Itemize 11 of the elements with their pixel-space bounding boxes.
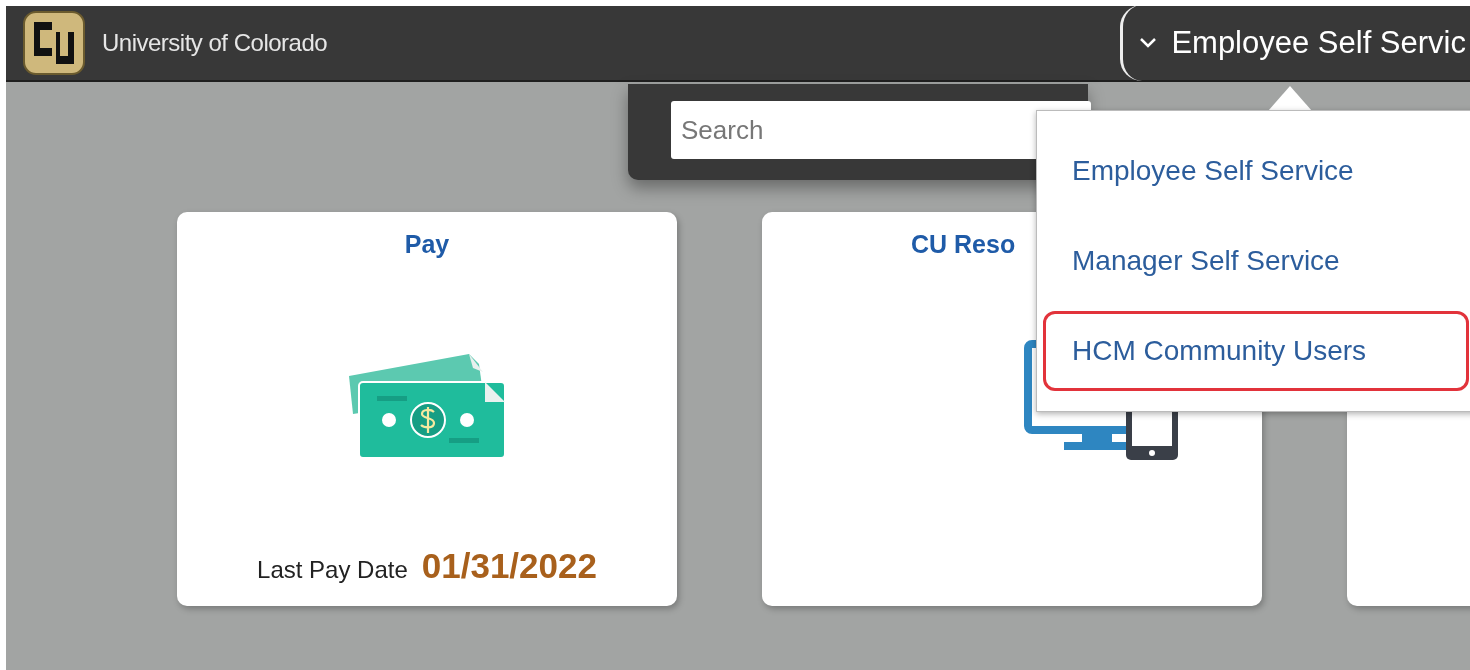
menu-item[interactable]: HCM Community Users [1043, 311, 1469, 391]
detail-value: 01/31/2022 [421, 544, 597, 587]
tile-title: CU Reso [911, 229, 1016, 260]
chevron-icon [1139, 37, 1158, 49]
logo-text: University of Colorado [102, 28, 328, 58]
homepage-selector[interactable]: Employee Self Servic [1120, 6, 1470, 81]
tile[interactable]: Pay Last Pay Date 01/31/2022 [177, 212, 677, 606]
tile-title: Pay [404, 229, 450, 260]
money-icon [349, 353, 505, 458]
logo-icon [22, 10, 86, 76]
detail-label: Last Pay Date [257, 554, 408, 585]
